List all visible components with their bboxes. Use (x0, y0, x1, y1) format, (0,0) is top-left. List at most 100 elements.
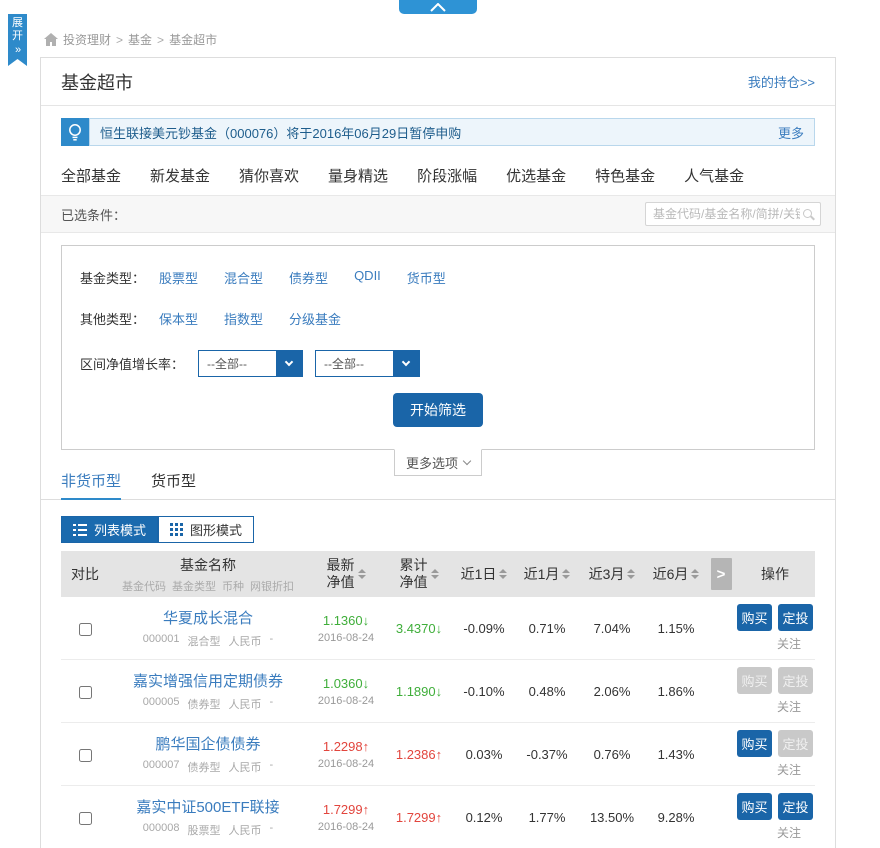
graph-mode-button[interactable]: 图形模式 (158, 516, 254, 543)
lightbulb-icon (61, 118, 89, 146)
chevron-down-icon[interactable] (393, 351, 419, 376)
compare-checkbox[interactable] (79, 812, 92, 825)
fund-search-box (645, 202, 821, 226)
header-cumulative-nav-sort[interactable]: 累计净值 (385, 557, 453, 591)
list-mode-label: 列表模式 (94, 520, 146, 539)
ribbon-label: 展 (12, 17, 23, 30)
header-1day-sort[interactable]: 近1日 (453, 566, 515, 583)
more-options-toggle[interactable]: 更多选项 (394, 449, 482, 476)
tab-tailored[interactable]: 量身精选 (328, 165, 388, 186)
invest-button[interactable]: 定投 (778, 730, 813, 757)
sort-arrows-icon[interactable] (499, 569, 507, 579)
notice-text[interactable]: 恒生联接美元钞基金（000076）将于2016年06月29日暂停申购 (100, 123, 461, 142)
breadcrumb: 投资理财 > 基金 > 基金超市 (44, 31, 217, 48)
next-columns-button[interactable]: > (711, 558, 732, 590)
tab-money-market[interactable]: 货币型 (151, 464, 196, 500)
buy-button[interactable]: 购买 (737, 667, 772, 694)
sort-arrows-icon[interactable] (691, 569, 699, 579)
buy-button[interactable]: 购买 (737, 793, 772, 820)
follow-link[interactable]: 关注 (735, 635, 815, 652)
title-row: 基金超市 我的持仓>> (41, 58, 835, 106)
fund-meta: 000007债券型人民币- (109, 759, 307, 775)
return-1month: -0.37% (515, 747, 579, 762)
notice-more-link[interactable]: 更多 (778, 123, 804, 142)
filter-index-type[interactable]: 指数型 (224, 309, 263, 328)
compare-checkbox[interactable] (79, 686, 92, 699)
tab-featured-funds[interactable]: 特色基金 (595, 165, 655, 186)
breadcrumb-item[interactable]: 投资理财 (63, 31, 111, 48)
header-3month-sort[interactable]: 近3月 (579, 566, 645, 583)
latest-nav-value: 1.0360↓ (307, 676, 385, 691)
tab-popular-funds[interactable]: 人气基金 (684, 165, 744, 186)
filter-mixed-type[interactable]: 混合型 (224, 268, 263, 287)
header-1month-sort[interactable]: 近1月 (515, 566, 579, 583)
filter-structured-fund[interactable]: 分级基金 (289, 309, 341, 328)
table-row: 嘉实增强信用定期债券 000005债券型人民币- 1.0360↓ 2016-08… (61, 660, 815, 723)
tab-guess-you-like[interactable]: 猜你喜欢 (239, 165, 299, 186)
chevron-down-icon[interactable] (276, 351, 302, 376)
sort-arrows-icon[interactable] (562, 569, 570, 579)
invest-button[interactable]: 定投 (778, 667, 813, 694)
list-mode-button[interactable]: 列表模式 (61, 516, 158, 543)
filter-bond-type[interactable]: 债券型 (289, 268, 328, 287)
fund-meta: 000001混合型人民币- (109, 633, 307, 649)
tab-all-funds[interactable]: 全部基金 (61, 165, 121, 186)
invest-button[interactable]: 定投 (778, 604, 813, 631)
return-6month: 1.86% (645, 684, 707, 699)
header-latest-nav-sort[interactable]: 最新净值 (307, 557, 385, 591)
return-6month: 1.43% (645, 747, 707, 762)
breadcrumb-item[interactable]: 基金 (128, 31, 152, 48)
return-3month: 7.04% (579, 621, 645, 636)
compare-checkbox[interactable] (79, 749, 92, 762)
tab-preferred-funds[interactable]: 优选基金 (506, 165, 566, 186)
tab-new-funds[interactable]: 新发基金 (150, 165, 210, 186)
my-holdings-link[interactable]: 我的持仓>> (748, 72, 815, 91)
view-mode-switch: 列表模式 图形模式 (61, 516, 815, 543)
fund-name-link[interactable]: 鹏华国企债债券 (109, 733, 307, 754)
nav-date: 2016-08-24 (307, 695, 385, 707)
sort-arrows-icon[interactable] (627, 569, 635, 579)
compare-checkbox[interactable] (79, 623, 92, 636)
filter-capital-protected[interactable]: 保本型 (159, 309, 198, 328)
header-fund-name: 基金名称 基金代码 基金类型 币种 网银折扣 (109, 555, 307, 594)
header-6month-sort[interactable]: 近6月 (645, 566, 707, 583)
other-type-label: 其他类型： (80, 309, 145, 328)
nav-date: 2016-08-24 (307, 821, 385, 833)
fund-meta: 000005债券型人民币- (109, 696, 307, 712)
expand-sidebar-ribbon[interactable]: 展 开 » (8, 14, 27, 66)
fund-name-link[interactable]: 嘉实中证500ETF联接 (109, 796, 307, 817)
buy-button[interactable]: 购买 (737, 730, 772, 757)
search-icon[interactable] (803, 209, 812, 218)
tab-period-gain[interactable]: 阶段涨幅 (417, 165, 477, 186)
sort-arrows-icon[interactable] (431, 569, 439, 579)
header-currency: 币种 (222, 578, 244, 594)
growth-rate-select-max[interactable]: --全部-- (315, 350, 420, 377)
trend-arrow-icon: ↑ (363, 739, 370, 754)
header-action: 操作 (735, 564, 815, 584)
latest-nav-value: 1.7299↑ (307, 802, 385, 817)
tab-non-money-market[interactable]: 非货币型 (61, 464, 121, 500)
fund-name-link[interactable]: 嘉实增强信用定期债券 (109, 670, 307, 691)
growth-rate-select-min[interactable]: --全部-- (198, 350, 303, 377)
collapse-panel-button[interactable] (399, 0, 477, 14)
invest-button[interactable]: 定投 (778, 793, 813, 820)
filter-money-type[interactable]: 货币型 (407, 268, 446, 287)
growth-rate-select-min-value: --全部-- (199, 351, 276, 376)
sort-arrows-icon[interactable] (358, 569, 366, 579)
list-view-icon (73, 524, 87, 536)
buy-button[interactable]: 购买 (737, 604, 772, 631)
follow-link[interactable]: 关注 (735, 698, 815, 715)
nav-date: 2016-08-24 (307, 632, 385, 644)
fund-name-link[interactable]: 华夏成长混合 (109, 607, 307, 628)
table-row: 鹏华国企债债券 000007债券型人民币- 1.2298↑ 2016-08-24… (61, 723, 815, 786)
filter-stock-type[interactable]: 股票型 (159, 268, 198, 287)
fund-search-input[interactable] (646, 203, 820, 225)
double-chevron-icon: » (15, 44, 20, 57)
follow-link[interactable]: 关注 (735, 824, 815, 841)
header-discount: 网银折扣 (250, 578, 294, 594)
filter-qdii-type[interactable]: QDII (354, 268, 381, 287)
start-filter-button[interactable]: 开始筛选 (393, 393, 483, 427)
follow-link[interactable]: 关注 (735, 761, 815, 778)
fund-type-filter-row: 基金类型： 股票型 混合型 债券型 QDII 货币型 (80, 268, 796, 287)
header-fund-type: 基金类型 (172, 578, 216, 594)
